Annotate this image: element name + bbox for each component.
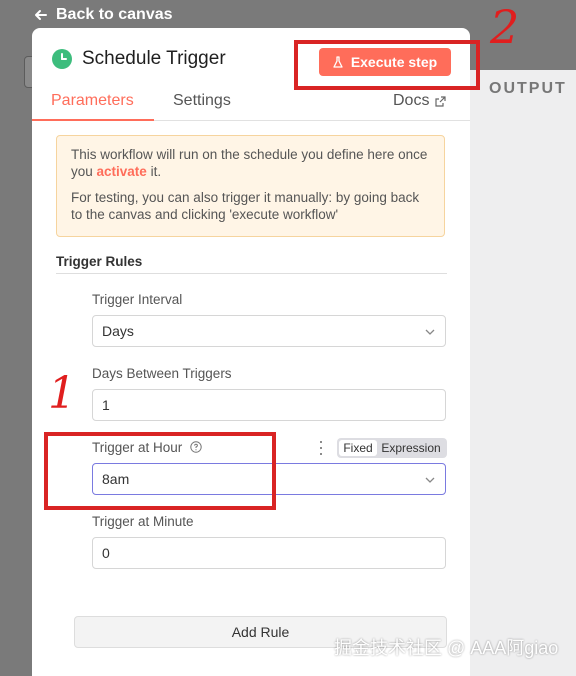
trigger-at-minute-value: 0 [102,545,110,561]
days-between-triggers-label: Days Between Triggers [92,366,232,381]
field-options-icon[interactable] [318,440,324,456]
annotation-box-hour [44,432,276,510]
chevron-down-icon [425,329,435,335]
output-panel [470,70,576,676]
fixed-expression-toggle: Fixed Expression [337,438,447,458]
mode-fixed-option[interactable]: Fixed [339,440,377,456]
output-panel-label: OUTPUT [489,80,567,97]
node-header: Schedule Trigger [52,48,226,70]
node-details-panel: Schedule Trigger Execute step Parameters… [32,28,470,676]
tab-settings[interactable]: Settings [173,92,231,110]
trigger-at-minute-input[interactable]: 0 [92,537,446,569]
watermark-text: 掘金技术社区 @ AAA阿giao [334,638,559,658]
clock-icon [52,49,72,69]
days-between-triggers-value: 1 [102,397,110,413]
arrow-left-icon [35,10,47,20]
notice-line-2: For testing, you can also trigger it man… [71,190,420,222]
docs-link[interactable]: Docs [393,92,447,110]
back-to-canvas-label: Back to canvas [56,6,173,23]
activate-link[interactable]: activate [97,164,147,179]
annotation-box-execute [294,40,480,90]
notice-line-1: This workflow will run on the schedule y… [71,146,430,180]
docs-label: Docs [393,92,430,109]
active-tab-indicator [32,119,154,121]
node-title: Schedule Trigger [82,48,226,69]
trigger-interval-value: Days [102,323,134,339]
annotation-number-1: 1 [48,368,76,419]
trigger-interval-label: Trigger Interval [92,292,183,307]
add-rule-label: Add Rule [231,624,290,640]
trigger-rules-title: Trigger Rules [56,254,143,269]
trigger-interval-select[interactable]: Days [92,315,446,347]
section-divider [56,273,447,274]
annotation-number-2: 2 [490,0,520,54]
back-to-canvas-link[interactable]: Back to canvas [34,6,173,24]
trigger-at-minute-label: Trigger at Minute [92,514,194,529]
tab-parameters[interactable]: Parameters [51,92,134,110]
chevron-down-icon [425,477,435,483]
days-between-triggers-input[interactable]: 1 [92,389,446,421]
schedule-notice: This workflow will run on the schedule y… [56,135,445,237]
external-link-icon [435,95,447,107]
node-tabs: Parameters Settings Docs [32,86,470,121]
mode-expression-option[interactable]: Expression [377,440,445,456]
notice-line-1-suffix: it. [146,164,162,179]
